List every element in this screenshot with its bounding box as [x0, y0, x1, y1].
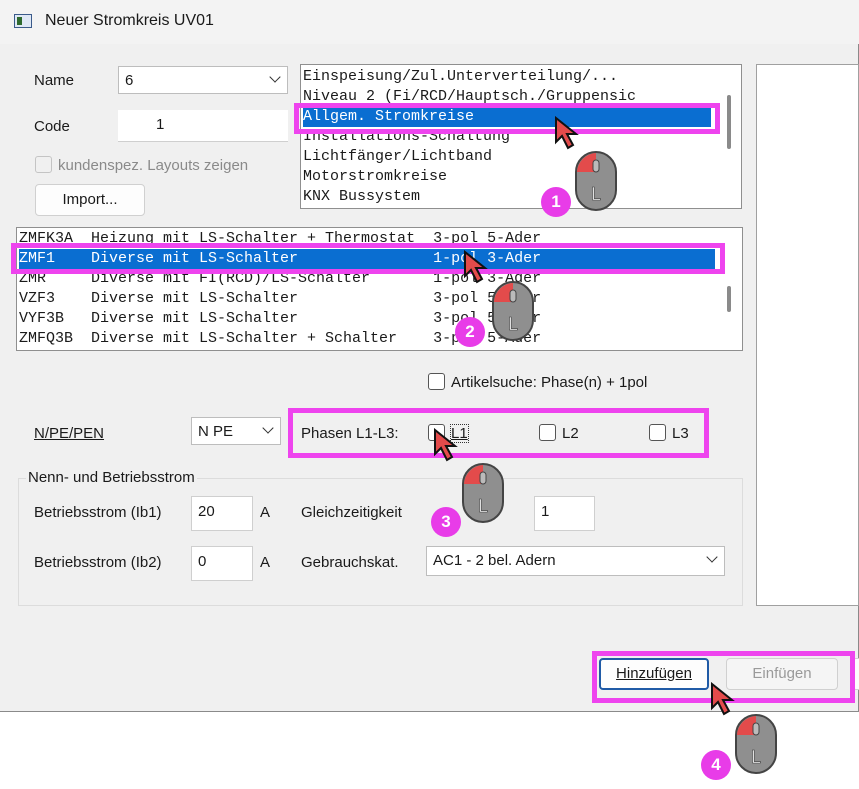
phase-l3-label: L3 [672, 425, 689, 442]
einfuegen-button[interactable]: Einfügen [726, 658, 838, 690]
article-search-checkbox[interactable] [428, 373, 445, 390]
npe-value: N PE [198, 423, 234, 440]
chevron-down-icon [706, 551, 718, 563]
gebrauchskat-value: AC1 - 2 bel. Adern [433, 552, 556, 569]
left-click-mouse-icon: L [735, 714, 777, 774]
article-search-label: Artikelsuche: Phase(n) + 1pol [451, 374, 648, 391]
category-item-selected[interactable]: Allgem. Stromkreise [303, 107, 711, 127]
phase-l2-label: L2 [562, 425, 579, 442]
hinzufuegen-label: Hinzufügen [616, 665, 692, 682]
ib2-input[interactable]: 0 [191, 546, 253, 581]
cancel-button-partial[interactable] [852, 658, 859, 690]
window-title: Neuer Stromkreis UV01 [45, 12, 214, 29]
phase-l2-checkbox[interactable] [539, 424, 556, 441]
phase-l3-checkbox[interactable] [649, 424, 666, 441]
circuit-item[interactable]: VZF3 Diverse mit LS-Schalter 3-pol 5-Ade… [19, 289, 541, 309]
title-bar: Neuer Stromkreis UV01 [0, 0, 859, 44]
hinzufuegen-button[interactable]: Hinzufügen [599, 658, 709, 690]
preview-panel [756, 64, 859, 606]
nenn-group-title: Nenn- und Betriebsstrom [26, 469, 197, 486]
circuit-item[interactable]: ZMR Diverse mit FI(RCD)/LS-Schalter 1-po… [19, 269, 541, 289]
name-value: 6 [125, 72, 134, 89]
ib2-label: Betriebsstrom (Ib2) [34, 554, 162, 571]
ib2-unit: A [260, 554, 271, 571]
category-item[interactable]: Lichtfänger/Lichtband [303, 147, 492, 167]
ib2-value: 0 [198, 553, 207, 570]
ib1-input[interactable]: 20 [191, 496, 253, 531]
npe-select[interactable]: N PE [191, 417, 281, 445]
dialog-window: Neuer Stromkreis UV01 Name 6 Code 1 kund… [0, 0, 859, 712]
category-item[interactable]: Motorstromkreise [303, 167, 447, 187]
phase-l1-checkbox[interactable] [428, 424, 445, 441]
npe-label: N/PE/PEN [34, 425, 105, 442]
code-value: 1 [156, 116, 165, 133]
import-button[interactable]: Import... [35, 184, 145, 216]
gleichzeitigkeit-input[interactable]: 1 [534, 496, 595, 531]
category-list[interactable]: Einspeisung/Zul.Unterverteilung/... Nive… [300, 64, 742, 209]
gleichzeitigkeit-label: Gleichzeitigkeit [301, 504, 402, 521]
scrollbar-thumb[interactable] [727, 286, 731, 312]
circuit-item[interactable]: ZMFK3A Heizung mit LS-Schalter + Thermos… [19, 229, 541, 249]
gebrauchskat-label: Gebrauchskat. [301, 554, 399, 571]
ib1-unit: A [260, 504, 271, 521]
svg-text:L: L [751, 747, 761, 767]
category-item[interactable]: KNX Bussystem [303, 187, 420, 207]
chevron-down-icon [269, 71, 281, 83]
phases-label: Phasen L1-L3: [301, 425, 399, 442]
step-badge: 3 [431, 507, 461, 537]
circuit-item-selected[interactable]: ZMF1 Diverse mit LS-Schalter 1-pol 3-Ade… [19, 249, 715, 269]
step-badge: 4 [701, 750, 731, 780]
name-select[interactable]: 6 [118, 66, 288, 94]
layouts-checkbox-label: kundenspez. Layouts zeigen [58, 157, 249, 174]
phase-l1-label: L1 [450, 424, 469, 443]
gleichzeitigkeit-value: 1 [541, 503, 550, 520]
layouts-checkbox[interactable] [35, 156, 52, 173]
category-item[interactable]: Installations-Schaltung [303, 127, 510, 147]
name-label: Name [34, 72, 75, 89]
app-icon [14, 14, 32, 28]
step-badge: 1 [541, 187, 571, 217]
code-label: Code [34, 118, 70, 135]
gebrauchskat-select[interactable]: AC1 - 2 bel. Adern [426, 546, 725, 576]
scrollbar-thumb[interactable] [727, 95, 731, 149]
step-badge: 2 [455, 317, 485, 347]
ib1-label: Betriebsstrom (Ib1) [34, 504, 162, 521]
ib1-value: 20 [198, 503, 215, 520]
category-item[interactable]: Einspeisung/Zul.Unterverteilung/... [303, 67, 618, 87]
code-input[interactable]: 1 [118, 110, 288, 142]
nenn-group [18, 478, 743, 606]
category-item[interactable]: Niveau 2 (Fi/RCD/Hauptsch./Gruppensic [303, 87, 636, 107]
circuit-list[interactable]: ZMFK3A Heizung mit LS-Schalter + Thermos… [16, 227, 743, 351]
chevron-down-icon [262, 422, 274, 434]
